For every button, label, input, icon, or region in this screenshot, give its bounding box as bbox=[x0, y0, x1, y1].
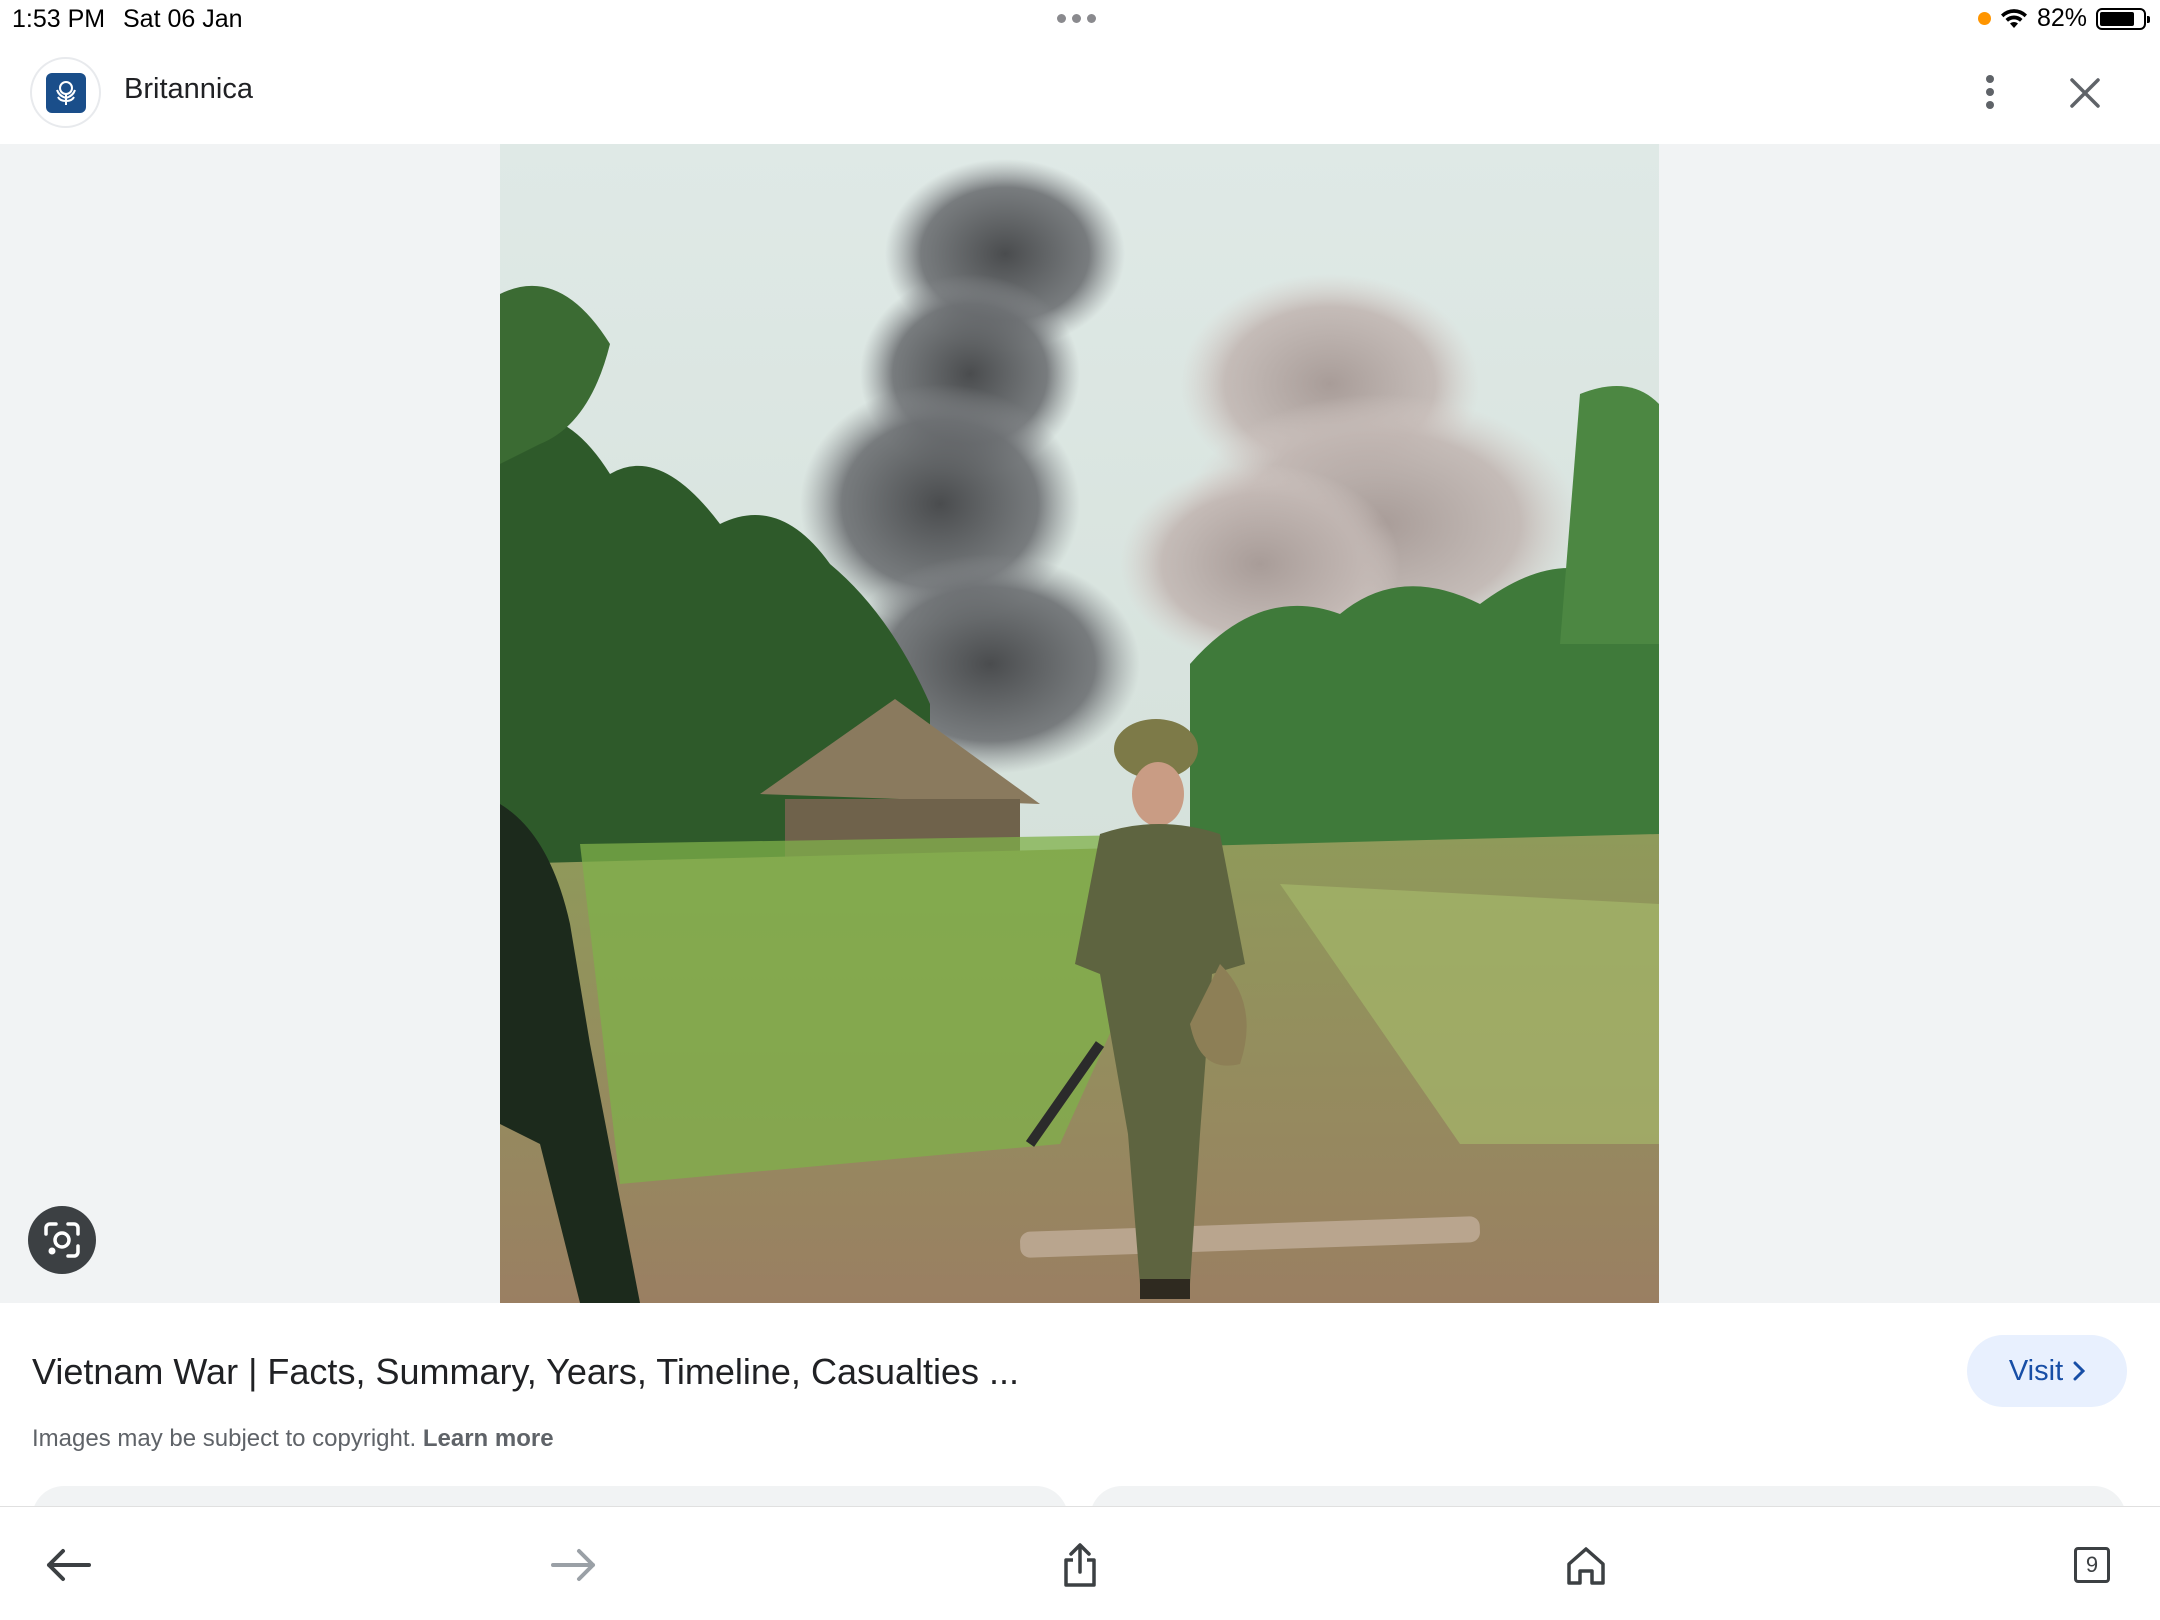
privacy-indicator-dot bbox=[1977, 12, 1991, 25]
battery-icon bbox=[2096, 7, 2150, 30]
forward-button[interactable] bbox=[544, 1535, 604, 1595]
britannica-thistle-logo-icon bbox=[45, 72, 86, 113]
image-viewer bbox=[0, 144, 2160, 1303]
battery-percentage: 82% bbox=[2036, 4, 2087, 32]
share-button[interactable] bbox=[1050, 1535, 1110, 1595]
share-icon bbox=[1064, 1543, 1096, 1587]
source-header: Britannica bbox=[0, 40, 2160, 144]
arrow-left-icon bbox=[47, 1549, 91, 1581]
status-indicators: 82% bbox=[1977, 4, 2150, 33]
back-button[interactable] bbox=[38, 1535, 98, 1595]
status-time: 1:53 PM bbox=[12, 5, 106, 33]
tab-count-badge: 9 bbox=[2074, 1547, 2110, 1583]
visit-label: Visit bbox=[2008, 1354, 2064, 1387]
close-icon bbox=[2070, 78, 2100, 108]
visit-button[interactable]: Visit bbox=[1967, 1335, 2127, 1407]
site-logo[interactable] bbox=[32, 59, 99, 126]
more-options-button[interactable] bbox=[1968, 70, 2012, 114]
result-title[interactable]: Vietnam War | Facts, Summary, Years, Tim… bbox=[32, 1351, 1019, 1393]
wifi-icon bbox=[2000, 8, 2027, 28]
page: 1:53 PM Sat 06 Jan 82% Britannica Vietna… bbox=[0, 0, 2160, 1620]
google-lens-button[interactable] bbox=[28, 1206, 96, 1274]
close-button[interactable] bbox=[2062, 70, 2108, 116]
copyright-text: Images may be subject to copyright. bbox=[32, 1425, 417, 1452]
chevron-right-icon bbox=[2073, 1361, 2086, 1381]
multitasking-dots-icon[interactable] bbox=[1057, 14, 1096, 23]
learn-more-link[interactable]: Learn more bbox=[423, 1425, 554, 1452]
photo-illustration bbox=[500, 144, 1659, 1303]
bottom-toolbar: 9 bbox=[0, 1506, 2160, 1620]
copyright-notice: Images may be subject to copyright. Lear… bbox=[32, 1425, 554, 1453]
home-button[interactable] bbox=[1556, 1535, 1616, 1595]
result-info: Vietnam War | Facts, Summary, Years, Tim… bbox=[0, 1303, 2160, 1526]
status-date: Sat 06 Jan bbox=[123, 5, 243, 33]
home-icon bbox=[1567, 1547, 1605, 1585]
site-name[interactable]: Britannica bbox=[124, 73, 253, 106]
more-vertical-icon bbox=[1986, 75, 1994, 109]
google-lens-icon bbox=[44, 1222, 80, 1258]
battery-fill bbox=[2100, 11, 2135, 26]
status-bar: 1:53 PM Sat 06 Jan 82% bbox=[0, 0, 2160, 40]
tabs-button[interactable]: 9 bbox=[2062, 1535, 2122, 1595]
result-photo[interactable] bbox=[500, 144, 1659, 1303]
arrow-right-icon bbox=[551, 1549, 595, 1581]
